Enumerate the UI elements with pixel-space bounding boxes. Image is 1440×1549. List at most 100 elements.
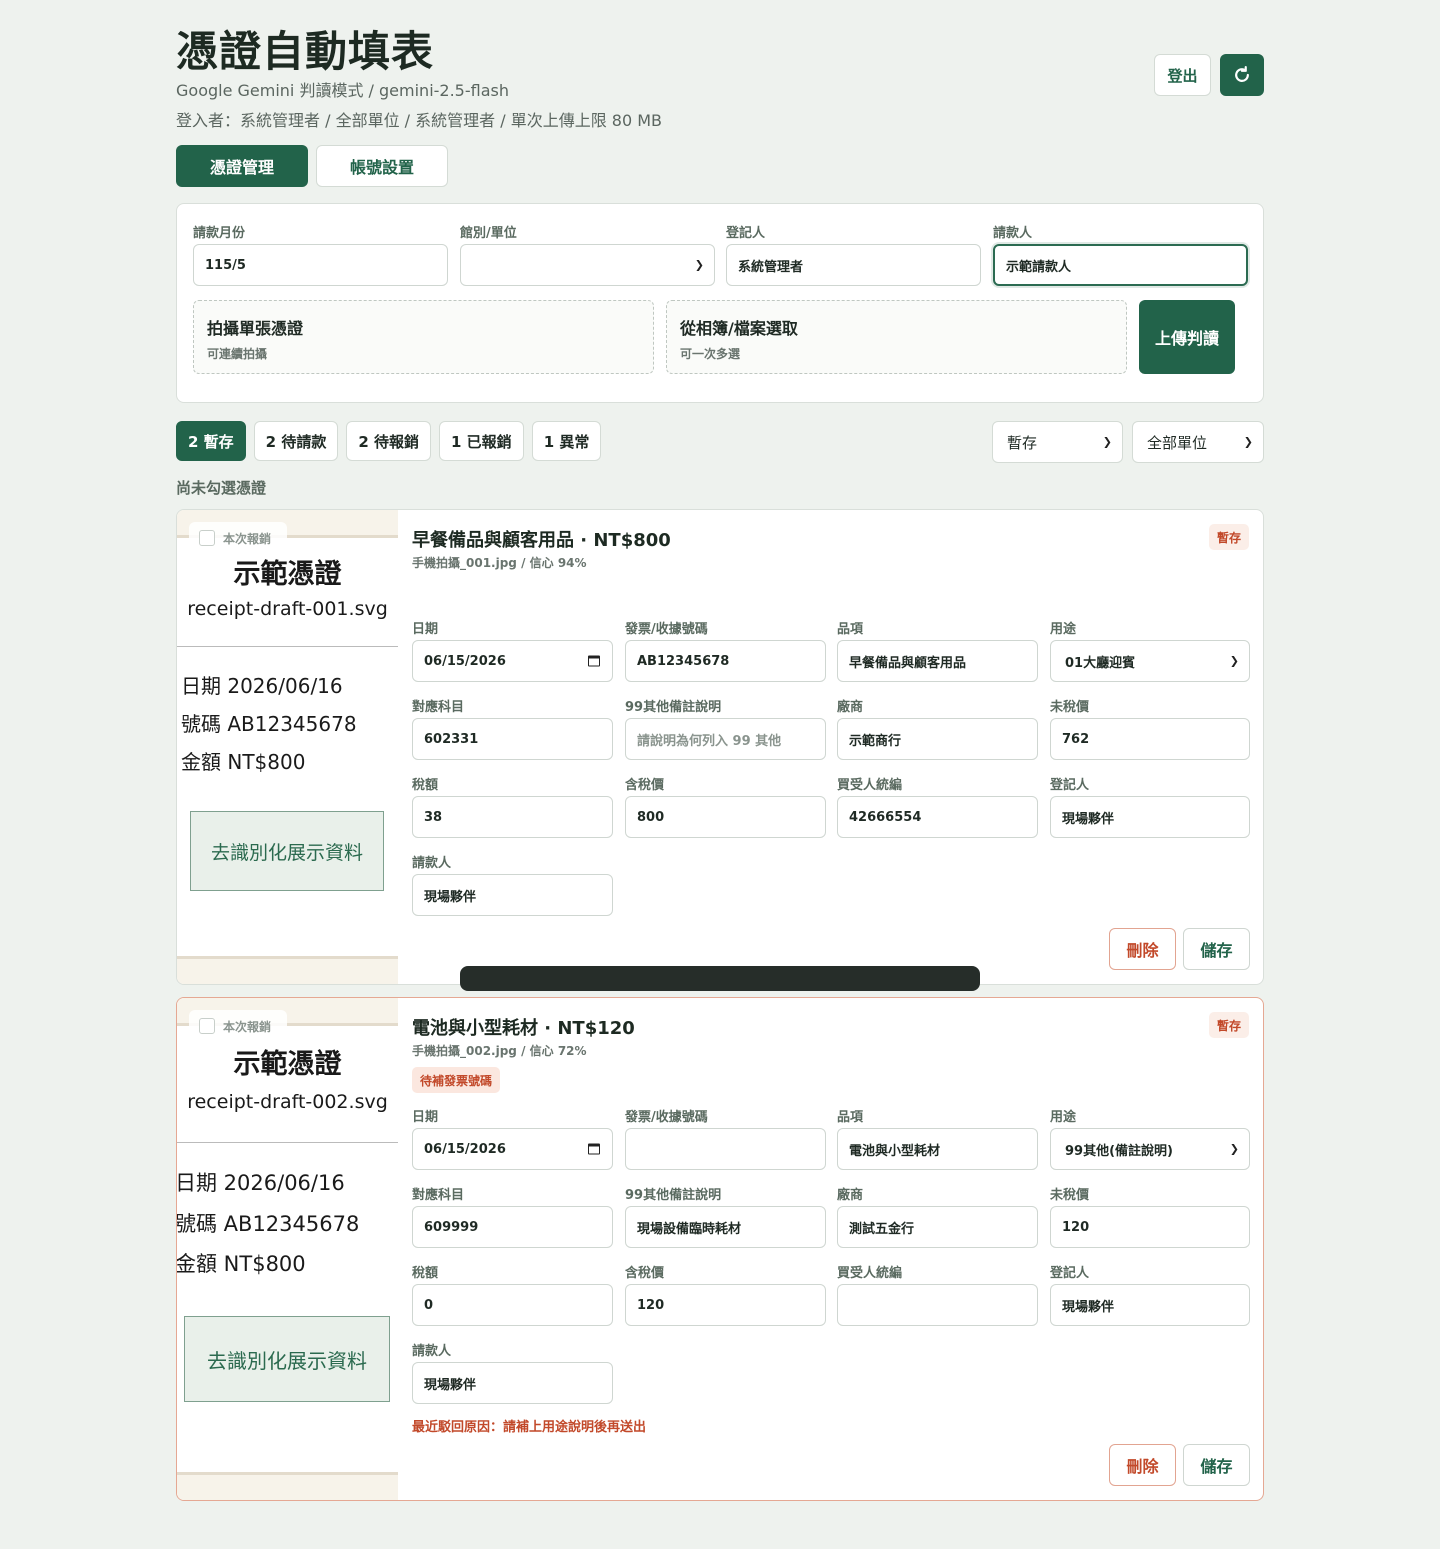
model-subtitle: Google Gemini 判讀模式 / gemini-2.5-flash [176,81,509,100]
chip-draft[interactable]: 2 暫存 [176,421,246,461]
chevron-down-icon: ❯ [694,258,704,272]
receipt-divider [177,646,398,647]
total-label: 含稅價 [625,778,665,793]
date-input[interactable]: 06/15/2026 [412,1128,613,1170]
chevron-down-icon: ❯ [1229,654,1239,668]
invoice-no-input[interactable] [625,1128,826,1170]
registrar-input[interactable]: 系統管理者 [726,244,981,286]
total-input[interactable]: 120 [625,1284,826,1326]
requester-input[interactable]: 現場夥伴 [412,874,613,916]
unit-filter-select[interactable]: 全部單位 ❯ [1132,421,1264,463]
card-meta: 手機拍攝_001.jpg / 信心 94% [412,556,587,570]
camera-dropzone[interactable]: 拍攝單張憑證 可連續拍攝 [193,300,654,374]
album-title: 從相簿/檔案選取 [680,319,798,338]
other-note-input[interactable]: 請說明為何列入 99 其他 [625,718,826,760]
buyer-id-input[interactable] [837,1284,1038,1326]
purpose-value: 01大廳迎賓 [1065,655,1136,671]
chip-pending-reimburse[interactable]: 2 待報銷 [346,421,432,461]
requester-input[interactable]: 現場夥伴 [412,1362,613,1404]
receipt-preview: 示範憑證 receipt-draft-002.svg 日期 2026/06/16… [177,998,398,1500]
tax-label: 稅額 [412,778,439,793]
album-dropzone[interactable]: 從相簿/檔案選取 可一次多選 [666,300,1127,374]
receipt-title: 示範憑證 [233,559,342,590]
invoice-no-label: 發票/收據號碼 [625,622,708,637]
save-button[interactable]: 儲存 [1183,1444,1250,1486]
tab-receipt-management[interactable]: 憑證管理 [176,145,308,187]
account-label: 對應科目 [412,700,465,715]
reimburse-checkbox-wrap[interactable]: 本次報銷 [189,1010,287,1042]
refresh-button[interactable] [1220,54,1264,96]
vendor-input[interactable]: 示範商行 [837,718,1038,760]
status-select[interactable]: 暫存 ❯ [992,421,1123,463]
item-label: 品項 [837,622,864,637]
date-input[interactable]: 06/15/2026 [412,640,613,682]
reimburse-checkbox-wrap[interactable]: 本次報銷 [189,522,287,554]
receipt-edge [177,956,398,959]
invoice-no-input[interactable]: AB12345678 [625,640,826,682]
unit-label: 館別/單位 [460,226,517,241]
registrar-input[interactable]: 現場夥伴 [1050,1284,1250,1326]
missing-invoice-tag: 待補發票號碼 [412,1067,501,1093]
unit-filter-value: 全部單位 [1147,433,1208,452]
receipt-preview: 示範憑證 receipt-draft-001.svg 日期 2026/06/16… [177,510,398,984]
save-button[interactable]: 儲存 [1183,928,1250,970]
other-note-input[interactable]: 現場設備臨時耗材 [625,1206,826,1248]
receipt-edge [177,1472,398,1475]
date-label: 日期 [412,622,439,637]
card-title: 電池與小型耗材 · NT$120 [412,1018,635,1039]
camera-subtitle: 可連續拍攝 [207,347,268,361]
requester-input[interactable]: 示範請款人 [993,244,1248,286]
reimburse-checkbox[interactable] [199,1018,215,1034]
receipt-date: 日期 2026/06/16 [181,674,343,698]
status-select-value: 暫存 [1007,433,1038,452]
login-info: 登入者：系統管理者 / 全部單位 / 系統管理者 / 單次上傳上限 80 MB [176,111,663,130]
purpose-select[interactable]: 01大廳迎賓 ❯ [1050,640,1250,682]
buyer-id-input[interactable]: 42666554 [837,796,1038,838]
other-note-label: 99其他備註說明 [625,1188,722,1203]
selection-hint: 尚未勾選憑證 [176,479,267,497]
receipt-title: 示範憑證 [233,1049,342,1080]
chip-reimbursed[interactable]: 1 已報銷 [439,421,524,461]
account-input[interactable]: 609999 [412,1206,613,1248]
item-input[interactable]: 電池與小型耗材 [837,1128,1038,1170]
chip-pending-request[interactable]: 2 待請款 [253,421,339,461]
item-input[interactable]: 早餐備品與顧客用品 [837,640,1038,682]
chip-abnormal[interactable]: 1 異常 [531,421,602,461]
account-input[interactable]: 602331 [412,718,613,760]
calendar-icon[interactable] [588,1143,600,1155]
page-title: 憑證自動填表 [176,27,435,76]
requester-label: 請款人 [412,856,452,871]
tax-input[interactable]: 38 [412,796,613,838]
pretax-input[interactable]: 120 [1050,1206,1250,1248]
other-note-label: 99其他備註說明 [625,700,722,715]
delete-button[interactable]: 刪除 [1109,928,1176,970]
purpose-select[interactable]: 99其他(備註說明) ❯ [1050,1128,1250,1170]
upload-button[interactable]: 上傳判讀 [1139,300,1235,374]
logout-button[interactable]: 登出 [1154,54,1211,96]
vendor-input[interactable]: 測試五金行 [837,1206,1038,1248]
calendar-icon[interactable] [588,655,600,667]
status-filter-chips: 2 暫存 2 待請款 2 待報銷 1 已報銷 1 異常 [176,421,602,461]
unit-select[interactable]: ❯ [460,244,715,286]
pretax-label: 未稅價 [1050,700,1090,715]
vendor-label: 廠商 [837,1188,864,1203]
reimburse-checkbox[interactable] [199,530,215,546]
deidentified-box: 去識別化展示資料 [184,1316,390,1402]
horizontal-scrollbar[interactable] [460,966,980,991]
total-label: 含稅價 [625,1266,665,1281]
receipt-card: 示範憑證 receipt-draft-002.svg 日期 2026/06/16… [176,997,1264,1501]
total-input[interactable]: 800 [625,796,826,838]
delete-button[interactable]: 刪除 [1109,1444,1176,1486]
tab-account-settings[interactable]: 帳號設置 [316,145,448,187]
month-input[interactable]: 115/5 [193,244,448,286]
reimburse-label: 本次報銷 [223,531,272,546]
date-value: 06/15/2026 [424,653,506,669]
receipt-number: 號碼 AB12345678 [176,1212,360,1236]
registrar-label: 登記人 [1050,778,1090,793]
registrar-input[interactable]: 現場夥伴 [1050,796,1250,838]
tax-input[interactable]: 0 [412,1284,613,1326]
pretax-label: 未稅價 [1050,1188,1090,1203]
buyer-id-label: 買受人統編 [837,1266,903,1281]
pretax-input[interactable]: 762 [1050,718,1250,760]
app-container: 憑證自動填表 Google Gemini 判讀模式 / gemini-2.5-f… [176,0,1264,1501]
